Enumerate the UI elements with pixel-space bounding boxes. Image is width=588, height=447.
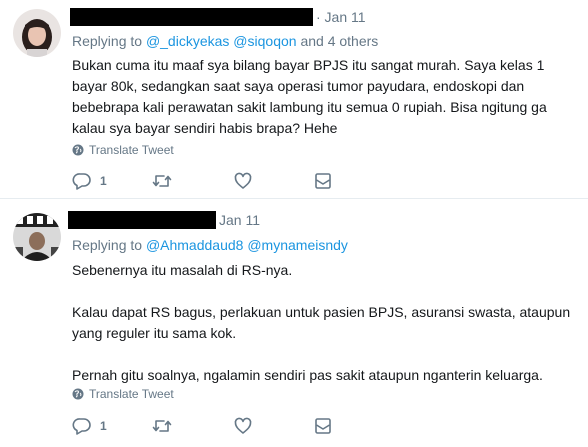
mention-link[interactable]: @_dickyekas — [146, 33, 229, 49]
tweet-actions: 1 — [72, 172, 372, 192]
tweet[interactable]: Jan 11 Replying to @Ahmaddaud8 @mynameis… — [0, 200, 588, 447]
avatar[interactable] — [13, 9, 61, 57]
heart-icon — [234, 172, 252, 189]
mention-link[interactable]: @mynameisndy — [247, 237, 348, 253]
replying-suffix[interactable]: and 4 others — [297, 33, 378, 49]
retweet-icon — [152, 420, 172, 432]
tweet-text: Sebenernya itu masalah di RS-nya. Kalau … — [72, 260, 577, 386]
redacted-username — [68, 211, 216, 229]
tweet-paragraph: Pernah gitu soalnya, ngalamin sendiri pa… — [72, 367, 543, 383]
replying-to: Replying to @_dickyekas @siqoqon and 4 o… — [72, 33, 378, 49]
translate-label[interactable]: Translate Tweet — [89, 387, 174, 401]
retweet-button[interactable] — [152, 417, 180, 435]
direct-message-button[interactable] — [314, 417, 332, 435]
globe-icon — [72, 388, 84, 400]
replying-prefix: Replying to — [72, 33, 146, 49]
translate-tweet-link[interactable]: Translate Tweet — [72, 143, 174, 157]
mention-link[interactable]: @Ahmaddaud8 — [146, 237, 244, 253]
like-button[interactable] — [234, 172, 260, 190]
tweet[interactable]: · Jan 11 Replying to @_dickyekas @siqoqo… — [0, 0, 588, 199]
globe-icon — [72, 144, 84, 156]
reply-button[interactable]: 1 — [72, 417, 107, 435]
tweet-date[interactable]: Jan 11 — [219, 212, 260, 228]
tweet-text: Bukan cuma itu maaf sya bilang bayar BPJ… — [72, 55, 577, 139]
reply-icon — [72, 173, 91, 190]
retweet-button[interactable] — [152, 172, 180, 190]
retweet-icon — [152, 175, 172, 187]
envelope-icon — [315, 173, 331, 189]
like-button[interactable] — [234, 417, 260, 435]
reply-count: 1 — [100, 174, 107, 188]
replying-prefix: Replying to — [72, 237, 146, 253]
tweet-paragraph: Kalau dapat RS bagus, perlakuan untuk pa… — [72, 304, 571, 341]
tweet-date[interactable]: · Jan 11 — [316, 9, 366, 25]
reply-count: 1 — [100, 419, 107, 433]
translate-tweet-link[interactable]: Translate Tweet — [72, 387, 174, 401]
tweet-paragraph: Bukan cuma itu maaf sya bilang bayar BPJ… — [72, 57, 547, 136]
heart-icon — [234, 417, 252, 434]
tweet-paragraph: Sebenernya itu masalah di RS-nya. — [72, 262, 293, 278]
direct-message-button[interactable] — [314, 172, 332, 190]
mention-link[interactable]: @siqoqon — [233, 33, 296, 49]
redacted-username — [70, 8, 313, 26]
translate-label[interactable]: Translate Tweet — [89, 143, 174, 157]
reply-button[interactable]: 1 — [72, 172, 107, 190]
replying-to: Replying to @Ahmaddaud8 @mynameisndy — [72, 237, 348, 253]
reply-icon — [72, 418, 91, 435]
tweet-actions: 1 — [72, 417, 372, 437]
envelope-icon — [315, 418, 331, 434]
avatar[interactable] — [13, 213, 61, 261]
